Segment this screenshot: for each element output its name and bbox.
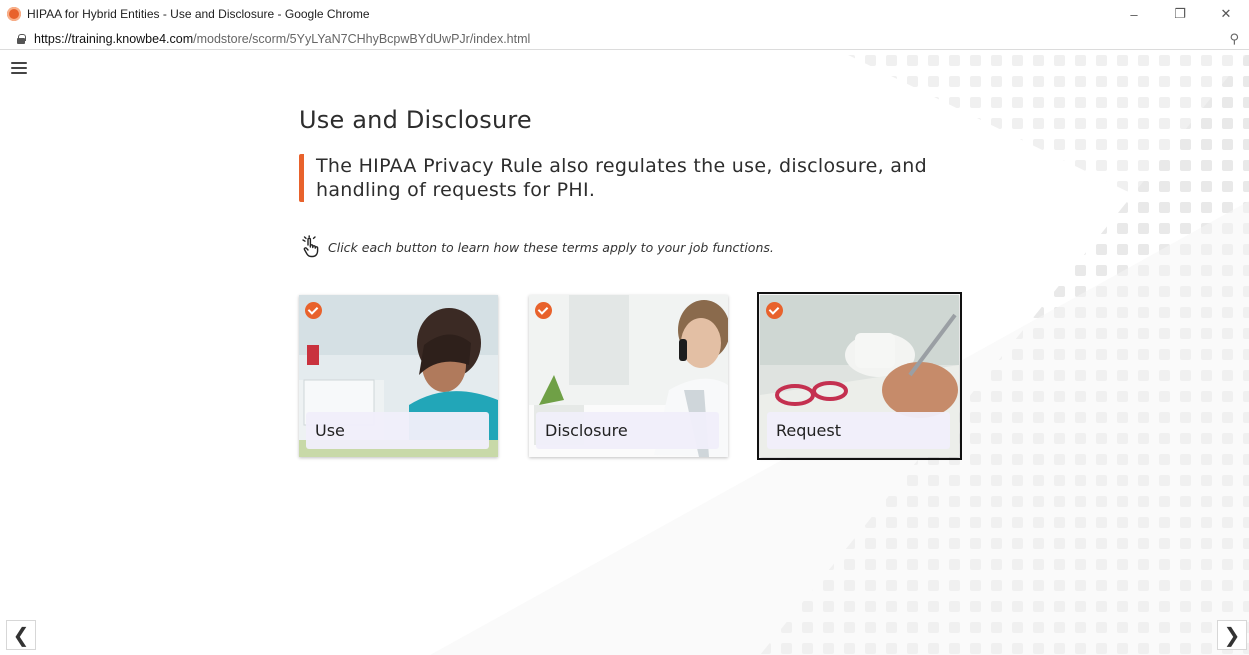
window-controls: – ❐ ✕: [1111, 0, 1249, 28]
url-text[interactable]: https://training.knowbe4.com/modstore/sc…: [34, 32, 530, 46]
course-page: Use and Disclosure The HIPAA Privacy Rul…: [0, 51, 1249, 655]
url-path: /modstore/scorm/5YyLYaN7CHhyBcpwBYdUwPJr…: [193, 31, 531, 46]
card-disclosure[interactable]: Disclosure: [529, 295, 728, 457]
restore-button[interactable]: ❐: [1157, 0, 1203, 28]
instruction-text: Click each button to learn how these ter…: [328, 239, 774, 255]
card-label: Use: [306, 412, 489, 449]
next-button[interactable]: ❯: [1217, 620, 1247, 650]
tap-hand-icon: [302, 235, 319, 258]
completed-check-icon: [305, 302, 322, 319]
address-bar[interactable]: https://training.knowbe4.com/modstore/sc…: [0, 28, 1249, 50]
browser-title-bar: HIPAA for Hybrid Entities - Use and Disc…: [0, 0, 1249, 28]
hamburger-menu-icon[interactable]: [10, 60, 28, 76]
page-title: Use and Disclosure: [299, 106, 532, 134]
card-use[interactable]: Use: [299, 295, 498, 457]
completed-check-icon: [535, 302, 552, 319]
minimize-button[interactable]: –: [1111, 0, 1157, 28]
completed-check-icon: [766, 302, 783, 319]
instruction-row: Click each button to learn how these ter…: [299, 235, 774, 259]
close-button[interactable]: ✕: [1203, 0, 1249, 28]
lock-icon[interactable]: [17, 33, 26, 44]
zoom-icon[interactable]: ⚲: [1229, 31, 1239, 47]
url-host: https://training.knowbe4.com: [34, 31, 194, 46]
card-label: Request: [767, 412, 950, 449]
card-request[interactable]: Request: [757, 292, 962, 460]
knowbe4-favicon-icon: [7, 7, 21, 21]
previous-button[interactable]: ❮: [6, 620, 36, 650]
window-title: HIPAA for Hybrid Entities - Use and Disc…: [27, 7, 370, 21]
card-label: Disclosure: [536, 412, 719, 449]
callout-quote: The HIPAA Privacy Rule also regulates th…: [299, 154, 959, 202]
callout-text: The HIPAA Privacy Rule also regulates th…: [316, 155, 927, 201]
